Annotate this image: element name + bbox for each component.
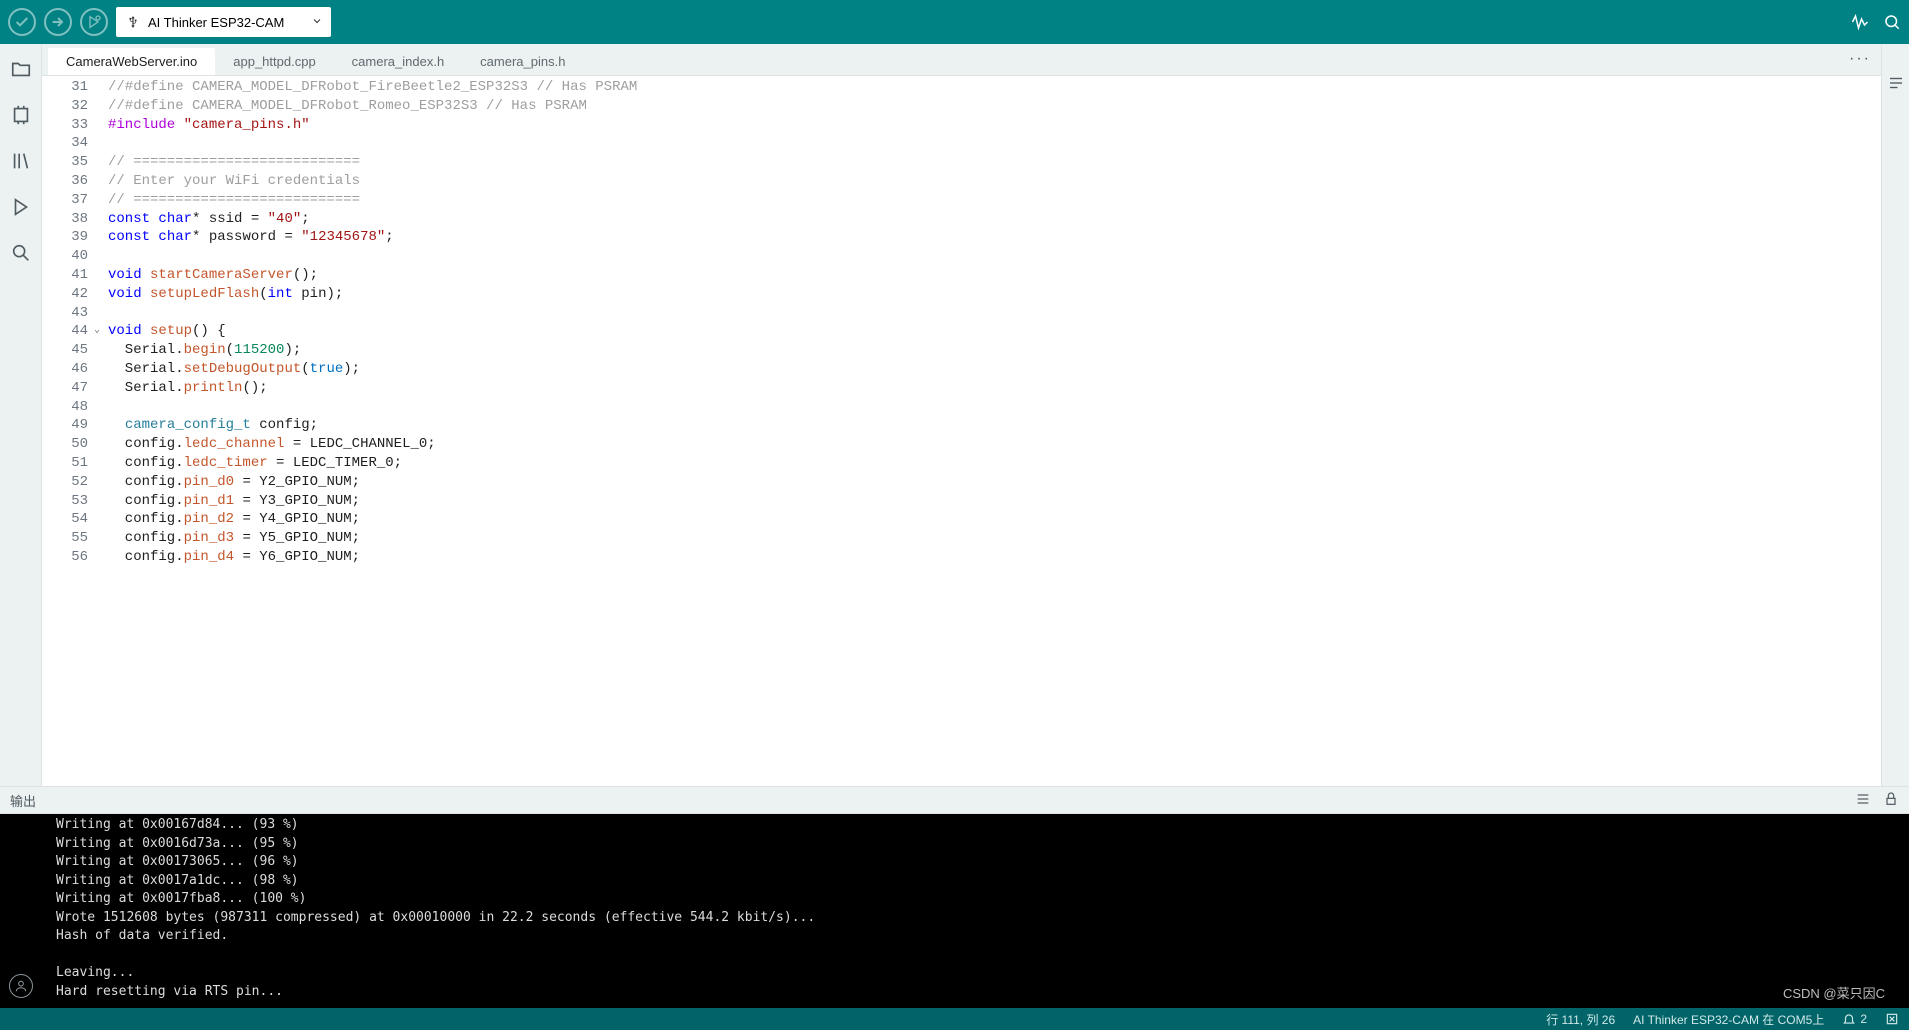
- library-manager-icon[interactable]: [10, 150, 32, 172]
- status-close-icon[interactable]: [1885, 1012, 1899, 1026]
- output-header: 输出: [0, 786, 1909, 814]
- status-cursor-position[interactable]: 行 111, 列 26: [1546, 1011, 1615, 1028]
- folder-icon[interactable]: [10, 58, 32, 80]
- verify-button[interactable]: [8, 8, 36, 36]
- editor-tab[interactable]: app_httpd.cpp: [215, 48, 333, 75]
- editor-tab[interactable]: camera_index.h: [334, 48, 463, 75]
- tabs-more-icon[interactable]: ···: [1849, 50, 1871, 68]
- chevron-down-icon: [311, 15, 323, 30]
- search-icon[interactable]: [10, 242, 32, 264]
- status-bar: 行 111, 列 26 AI Thinker ESP32-CAM 在 COM5上…: [0, 1008, 1909, 1030]
- code-editor[interactable]: 31323334353637383940414243⌄4445464748495…: [42, 76, 1881, 786]
- code-content[interactable]: //#define CAMERA_MODEL_DFRobot_FireBeetl…: [100, 76, 1881, 786]
- usb-icon: [126, 15, 140, 29]
- debug-icon[interactable]: [10, 196, 32, 218]
- output-lock-icon[interactable]: [1883, 791, 1899, 810]
- account-icon[interactable]: [9, 974, 33, 998]
- editor-tab[interactable]: camera_pins.h: [462, 48, 583, 75]
- activity-bar: [0, 44, 42, 786]
- output-title: 输出: [10, 791, 36, 810]
- top-toolbar: AI Thinker ESP32-CAM: [0, 0, 1909, 44]
- board-selector[interactable]: AI Thinker ESP32-CAM: [116, 7, 331, 37]
- serial-plotter-icon[interactable]: [1851, 13, 1869, 31]
- line-gutter: 31323334353637383940414243⌄4445464748495…: [42, 76, 100, 786]
- status-notifications[interactable]: 2: [1842, 1012, 1867, 1026]
- right-gutter: [1881, 44, 1909, 786]
- status-board-port[interactable]: AI Thinker ESP32-CAM 在 COM5上: [1633, 1011, 1824, 1028]
- boards-manager-icon[interactable]: [10, 104, 32, 126]
- outline-icon[interactable]: [1887, 74, 1905, 92]
- output-menu-icon[interactable]: [1855, 791, 1871, 810]
- serial-monitor-icon[interactable]: [1883, 13, 1901, 31]
- board-selector-label: AI Thinker ESP32-CAM: [148, 15, 284, 30]
- output-console[interactable]: Writing at 0x00167d84... (93 %) Writing …: [0, 814, 1909, 1008]
- editor-tabs: CameraWebServer.inoapp_httpd.cppcamera_i…: [42, 44, 1881, 76]
- debug-button[interactable]: [80, 8, 108, 36]
- editor-tab[interactable]: CameraWebServer.ino: [48, 48, 215, 75]
- upload-button[interactable]: [44, 8, 72, 36]
